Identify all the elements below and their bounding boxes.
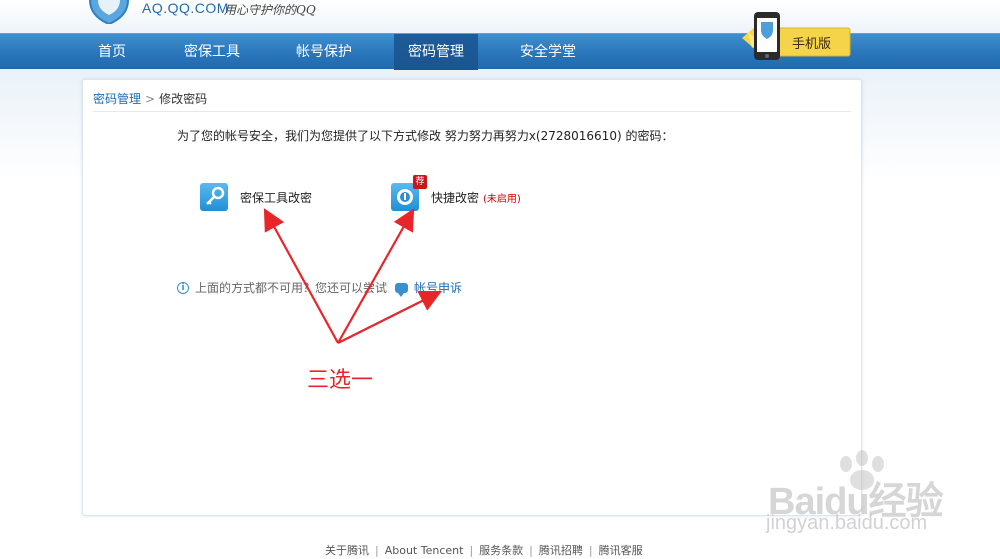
footer-separator: | [529, 544, 533, 557]
breadcrumb: 密码管理 > 修改密码 [93, 90, 207, 107]
footer-separator: | [588, 544, 593, 557]
footer-link-about[interactable]: 关于腾讯 [325, 544, 369, 557]
footer-link-careers[interactable]: 腾讯招聘 [539, 544, 583, 557]
option-label: 密保工具改密 [240, 190, 313, 205]
nav-home[interactable]: 首页 [84, 34, 140, 70]
nav-security-school[interactable]: 安全学堂 [506, 34, 590, 70]
watermark-url: jingyan.baidu.com [766, 512, 928, 534]
footer-link-terms[interactable]: 服务条款 [479, 544, 523, 557]
footer-link-about-en[interactable]: About Tencent [385, 544, 464, 557]
option-label: 快捷改密 [431, 190, 480, 205]
info-icon: i [177, 281, 189, 294]
footer-separator: | [469, 544, 474, 557]
recommended-badge: 荐 [413, 175, 427, 189]
site-domain: AQ.QQ.COM [142, 0, 229, 16]
option-status: (未启用) [483, 193, 521, 205]
breadcrumb-separator: > [145, 92, 156, 106]
mobile-version-badge[interactable]: 手机版 [742, 12, 852, 64]
mobile-badge-label: 手机版 [792, 37, 831, 52]
annotation-choose-one: 三选一 [307, 368, 374, 393]
intro-text: 为了您的帐号安全，我们为您提供了以下方式修改 努力努力再努力x(27280166… [177, 129, 674, 143]
alternative-hint: i 上面的方式都不可用？您还可以尝试 帐号申诉 [177, 279, 462, 297]
key-icon [200, 183, 228, 211]
content-card: 密码管理 > 修改密码 为了您的帐号安全，我们为您提供了以下方式修改 努力努力再努力… [82, 79, 862, 516]
qq-shield-logo-icon[interactable] [86, 0, 132, 24]
nav-security-tools[interactable]: 密保工具 [170, 34, 254, 70]
hint-text: 上面的方式都不可用？您还可以尝试 [195, 281, 388, 295]
chat-bubble-icon [395, 282, 409, 297]
footer: 关于腾讯 | About Tencent | 服务条款 | 腾讯招聘 | 腾讯客服 [325, 542, 643, 558]
divider [93, 111, 851, 112]
nav-password-management[interactable]: 密码管理 [394, 34, 478, 70]
breadcrumb-current: 修改密码 [159, 92, 208, 106]
site-slogan: 用心守护你的QQ [224, 3, 316, 17]
breadcrumb-password-management[interactable]: 密码管理 [93, 92, 141, 106]
account-appeal-link[interactable]: 帐号申诉 [414, 279, 462, 296]
lock-icon: 荐 [391, 175, 427, 211]
footer-separator: | [375, 544, 379, 557]
option-quick-change[interactable]: 荐 快捷改密 (未启用) [391, 175, 521, 212]
option-security-tool-change[interactable]: 密保工具改密 [200, 182, 312, 212]
nav-account-protection[interactable]: 帐号保护 [282, 34, 366, 70]
footer-link-support[interactable]: 腾讯客服 [599, 544, 643, 557]
